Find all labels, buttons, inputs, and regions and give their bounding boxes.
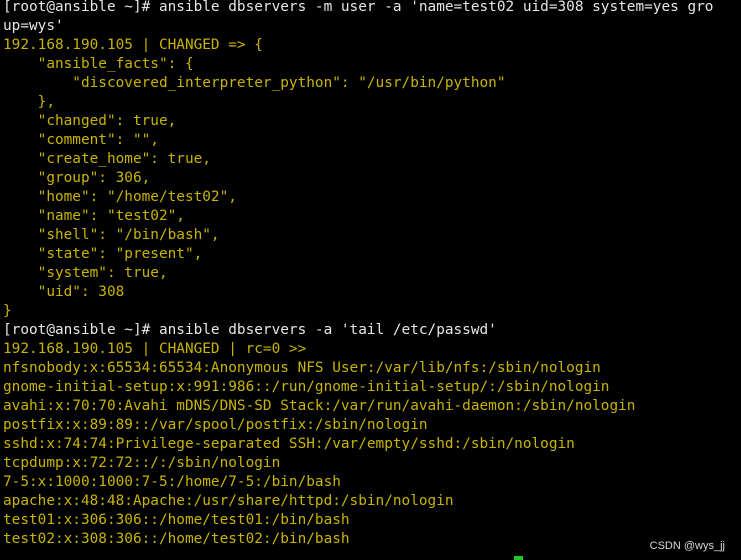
- terminal-window[interactable]: [root@ansible ~]# ansible dbservers -m u…: [0, 0, 741, 560]
- terminal-line: "comment": "",: [3, 132, 159, 148]
- watermark: CSDN @wys_jj: [649, 540, 725, 552]
- terminal-line: "discovered_interpreter_python": "/usr/b…: [3, 75, 506, 91]
- terminal-line: "name": "test02",: [3, 208, 185, 224]
- terminal-line: sshd:x:74:74:Privilege-separated SSH:/va…: [3, 436, 575, 452]
- terminal-line: avahi:x:70:70:Avahi mDNS/DNS-SD Stack:/v…: [3, 398, 636, 414]
- terminal-line: "changed": true,: [3, 113, 177, 129]
- terminal-line: "system": true,: [3, 265, 168, 281]
- terminal-line: "home": "/home/test02",: [3, 189, 237, 205]
- terminal-line: apache:x:48:48:Apache:/usr/share/httpd:/…: [3, 493, 454, 509]
- terminal-line: "group": 306,: [3, 170, 151, 186]
- terminal-output: [root@ansible ~]# ansible dbservers -m u…: [3, 0, 713, 549]
- terminal-line: "uid": 308: [3, 284, 125, 300]
- terminal-line: 192.168.190.105 | CHANGED | rc=0 >>: [3, 341, 307, 357]
- terminal-line: [root@ansible ~]# ansible dbservers -a '…: [3, 322, 497, 338]
- terminal-line: postfix:x:89:89::/var/spool/postfix:/sbi…: [3, 417, 428, 433]
- terminal-line: },: [3, 94, 55, 110]
- terminal-cursor: [514, 556, 523, 560]
- terminal-line: "shell": "/bin/bash",: [3, 227, 220, 243]
- terminal-line: tcpdump:x:72:72::/:/sbin/nologin: [3, 455, 281, 471]
- terminal-line: "state": "present",: [3, 246, 203, 262]
- terminal-line: 192.168.190.105 | CHANGED => {: [3, 37, 263, 53]
- terminal-line: test01:x:306:306::/home/test01:/bin/bash: [3, 512, 350, 528]
- terminal-line: }: [3, 303, 12, 319]
- terminal-line: up=wys': [3, 18, 64, 34]
- terminal-line: "ansible_facts": {: [3, 56, 194, 72]
- terminal-line: test02:x:308:306::/home/test02:/bin/bash: [3, 531, 350, 547]
- terminal-line: [root@ansible ~]# ansible dbservers -m u…: [3, 0, 714, 15]
- terminal-line: "create_home": true,: [3, 151, 211, 167]
- terminal-line: 7-5:x:1000:1000:7-5:/home/7-5:/bin/bash: [3, 474, 341, 490]
- terminal-line: gnome-initial-setup:x:991:986::/run/gnom…: [3, 379, 610, 395]
- terminal-line: nfsnobody:x:65534:65534:Anonymous NFS Us…: [3, 360, 601, 376]
